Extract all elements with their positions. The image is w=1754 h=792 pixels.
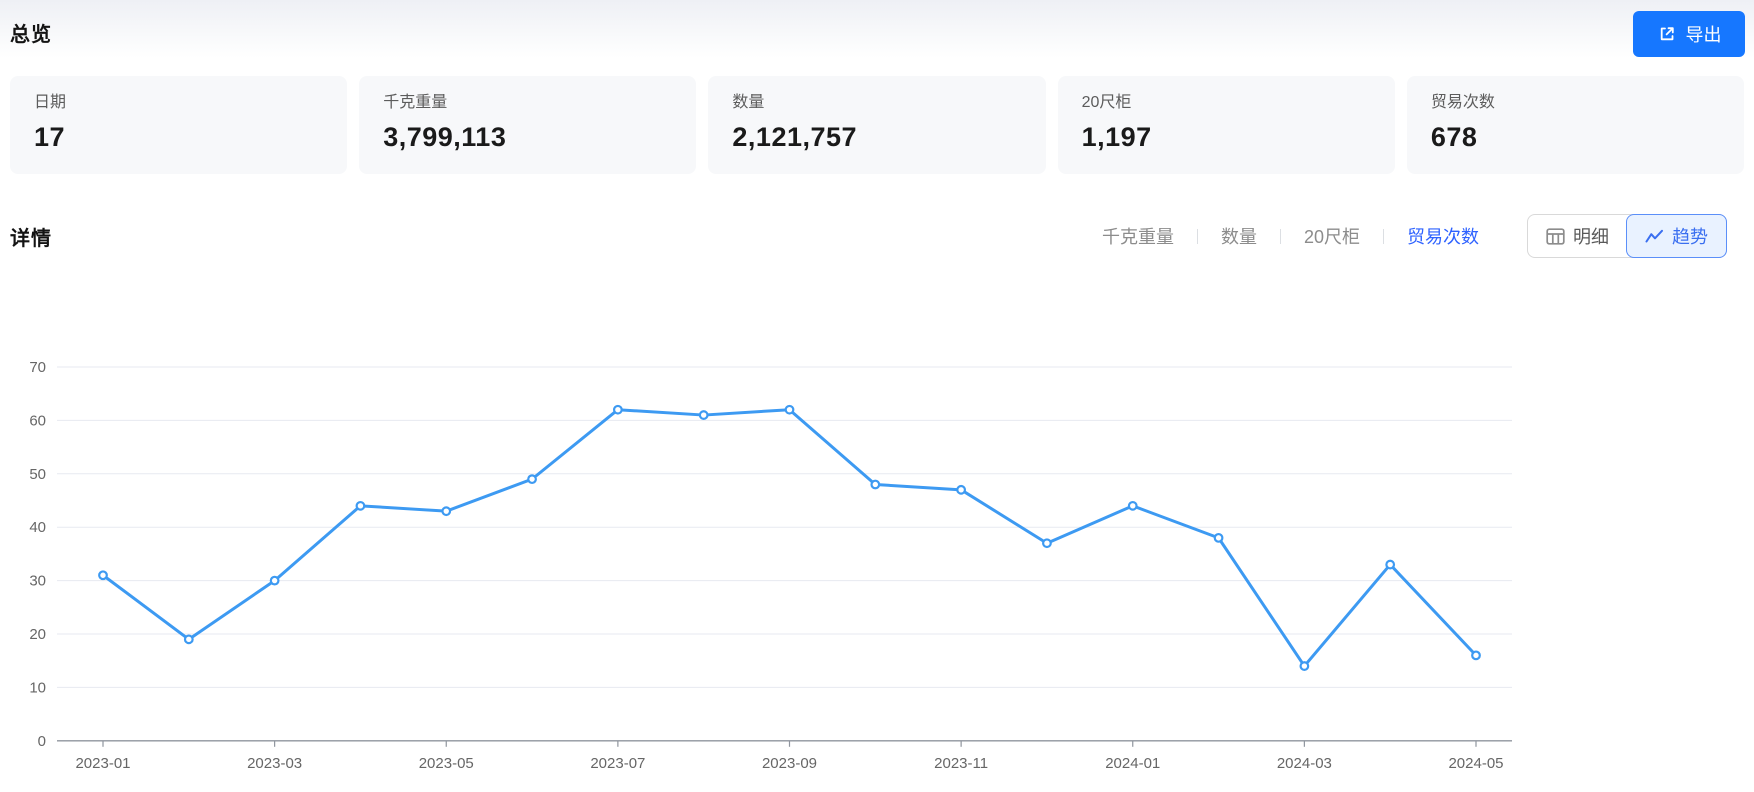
svg-text:2023-11: 2023-11 — [934, 755, 988, 772]
tab-divider — [1383, 228, 1384, 244]
tab-divider — [1196, 228, 1198, 244]
svg-text:60: 60 — [29, 412, 46, 429]
svg-text:2024-01: 2024-01 — [1105, 755, 1160, 772]
svg-text:70: 70 — [29, 359, 46, 376]
detail-view-label: 明细 — [1573, 227, 1609, 247]
stat-value: 17 — [34, 122, 66, 152]
page-header: 总览 导出 — [0, 0, 1754, 68]
svg-text:2024-05: 2024-05 — [1448, 755, 1503, 772]
stat-card-date: 日期 17 — [10, 76, 348, 174]
tab-divider — [1279, 228, 1281, 244]
stat-value: 2,121,757 — [732, 122, 858, 152]
view-toggle: 明细 趋势 — [1527, 214, 1727, 258]
trend-chart-canvas[interactable]: 0 10 20 30 40 50 60 70 2023-01 2023-03 2023-05 2023… — [0, 258, 1754, 792]
stat-value: 1,197 — [1081, 122, 1152, 152]
stat-card-kg-weight: 千克重量 3,799,113 — [359, 76, 697, 174]
svg-text:50: 50 — [29, 466, 46, 483]
tab-trade-count[interactable]: 贸易次数 — [1407, 223, 1479, 249]
svg-text:2023-05: 2023-05 — [419, 755, 474, 772]
svg-text:30: 30 — [29, 573, 46, 590]
export-button[interactable]: 导出 — [1633, 11, 1745, 57]
export-button-label: 导出 — [1685, 25, 1722, 45]
svg-text:2023-03: 2023-03 — [247, 755, 302, 772]
metric-tabs: 千克重量 数量 20尺柜 贸易次数 — [1102, 223, 1479, 249]
trend-icon — [1645, 228, 1664, 245]
tab-20ft-container[interactable]: 20尺柜 — [1304, 223, 1360, 249]
detail-title: 详情 — [10, 227, 52, 250]
stat-label: 千克重量 — [383, 94, 448, 111]
stat-card-20ft-container: 20尺柜 1,197 — [1057, 76, 1395, 174]
stats-row: 日期 17 千克重量 3,799,113 数量 2,121,757 20尺柜 1… — [10, 76, 1745, 174]
stat-label: 日期 — [34, 94, 67, 111]
svg-text:2023-09: 2023-09 — [762, 755, 817, 772]
stat-label: 贸易次数 — [1430, 94, 1495, 111]
stat-card-quantity: 数量 2,121,757 — [708, 76, 1046, 174]
svg-text:40: 40 — [29, 519, 46, 536]
trend-view-button[interactable]: 趋势 — [1626, 214, 1727, 258]
stat-label: 数量 — [732, 94, 765, 111]
svg-text:0: 0 — [38, 733, 46, 750]
stat-value: 3,799,113 — [383, 122, 507, 152]
svg-text:2023-01: 2023-01 — [75, 755, 130, 772]
detail-header-row: 详情 千克重量 数量 20尺柜 贸易次数 明细 趋势 — [10, 214, 1744, 258]
svg-text:20: 20 — [29, 626, 46, 643]
svg-text:2023-07: 2023-07 — [590, 755, 645, 772]
export-icon — [1657, 24, 1677, 44]
table-icon — [1546, 227, 1565, 245]
svg-text:2024-03: 2024-03 — [1277, 755, 1332, 772]
detail-view-button[interactable]: 明细 — [1528, 215, 1627, 257]
stat-card-trade-count: 贸易次数 678 — [1406, 76, 1745, 174]
svg-text:10: 10 — [29, 679, 46, 696]
trend-view-label: 趋势 — [1672, 227, 1708, 247]
trend-chart[interactable]: 0 10 20 30 40 50 60 70 2023-01 2023-03 2023-05 2023… — [0, 258, 1754, 792]
tab-quantity[interactable]: 数量 — [1221, 223, 1257, 249]
stat-value: 678 — [1430, 122, 1478, 152]
page-title: 总览 — [10, 24, 52, 46]
stat-label: 20尺柜 — [1081, 94, 1132, 111]
tab-kg-weight[interactable]: 千克重量 — [1102, 223, 1174, 249]
